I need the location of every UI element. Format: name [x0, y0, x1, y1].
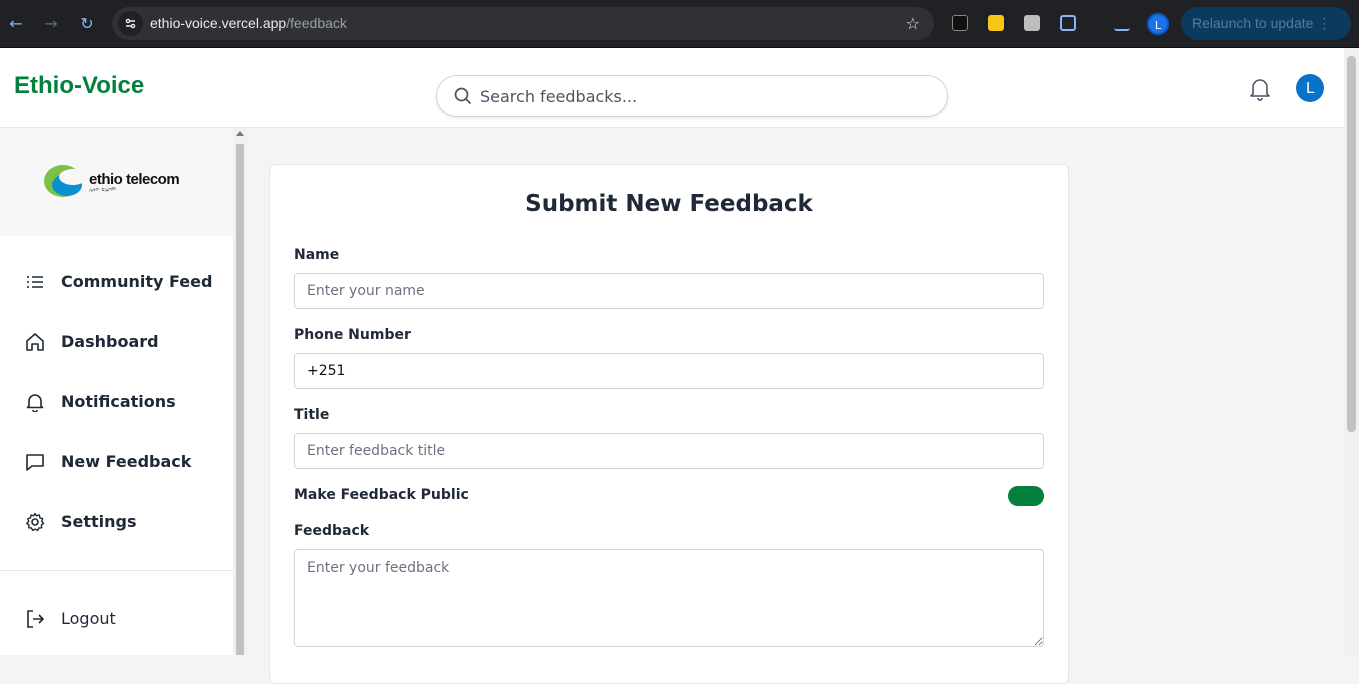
title-label: Title [294, 407, 330, 423]
brand-logo[interactable]: Ethio-Voice [14, 72, 144, 100]
page-scrollbar[interactable] [1344, 48, 1359, 655]
logout-button[interactable]: Logout [0, 597, 233, 641]
sidebar-item-dashboard[interactable]: Dashboard [0, 320, 233, 364]
sidebar-scrollbar[interactable] [233, 128, 247, 655]
page-scroll-thumb[interactable] [1347, 56, 1356, 432]
sidebar-item-new-feedback[interactable]: New Feedback [0, 440, 233, 484]
public-toggle-label: Make Feedback Public [294, 487, 469, 503]
extensions-puzzle-icon[interactable] [1060, 15, 1076, 31]
form-title: Submit New Feedback [525, 191, 813, 217]
feedback-label: Feedback [294, 523, 370, 539]
ethio-telecom-logo-icon [44, 165, 87, 197]
browser-profile-avatar[interactable]: L [1147, 13, 1169, 35]
gear-icon [26, 512, 45, 532]
message-icon [26, 454, 44, 471]
sidebar: ethio telecom ኢትዮ ቴሌኮም Community Feed Da… [0, 128, 233, 655]
search-icon [454, 87, 472, 105]
extension-icon[interactable] [952, 15, 968, 31]
app-header: Ethio-Voice L [0, 48, 1344, 128]
user-avatar[interactable]: L [1296, 74, 1324, 102]
feedback-form-card: Submit New Feedback Name Phone Number Ti… [269, 164, 1069, 684]
notification-bell-icon[interactable] [1249, 77, 1271, 101]
sidebar-item-notifications[interactable]: Notifications [0, 380, 233, 424]
sidebar-scroll-thumb[interactable] [236, 144, 244, 655]
name-input[interactable] [294, 273, 1044, 309]
browser-toolbar: ← → ↻ ethio-voice.vercel.app/feedback ☆ … [0, 0, 1359, 48]
title-input[interactable] [294, 433, 1044, 469]
bookmark-star-icon[interactable]: ☆ [906, 14, 920, 33]
logout-icon [27, 610, 44, 628]
list-icon [27, 276, 43, 288]
sidebar-divider [0, 570, 233, 571]
forward-icon[interactable]: → [39, 12, 63, 36]
phone-input[interactable] [294, 353, 1044, 389]
public-toggle[interactable] [1008, 486, 1044, 506]
extension-note-icon[interactable] [988, 15, 1004, 31]
url-text: ethio-voice.vercel.app/feedback [150, 15, 347, 31]
sidebar-item-community-feed[interactable]: Community Feed [0, 260, 233, 304]
extension-play-icon[interactable] [1024, 15, 1040, 31]
phone-label: Phone Number [294, 327, 411, 343]
relaunch-button[interactable]: Relaunch to update ⋮ [1181, 7, 1351, 40]
media-controls-icon[interactable] [1114, 15, 1130, 31]
reload-icon[interactable]: ↻ [75, 12, 99, 36]
company-logo: ethio telecom ኢትዮ ቴሌኮም [0, 128, 233, 236]
search-bar[interactable] [436, 75, 948, 117]
sidebar-item-settings[interactable]: Settings [0, 500, 233, 544]
search-input[interactable] [480, 85, 920, 107]
scroll-up-arrow-icon[interactable] [236, 131, 244, 136]
site-info-icon[interactable] [118, 11, 143, 36]
bell-icon [26, 394, 44, 412]
feedback-textarea[interactable] [294, 549, 1044, 647]
address-bar[interactable]: ethio-voice.vercel.app/feedback ☆ [112, 7, 934, 40]
name-label: Name [294, 247, 340, 263]
home-icon [26, 333, 44, 351]
back-icon[interactable]: ← [4, 12, 28, 36]
